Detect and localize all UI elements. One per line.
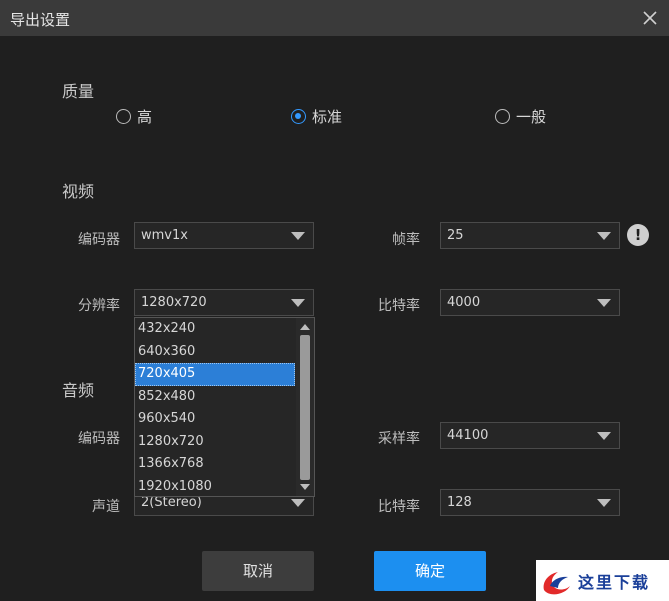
title-bar: 导出设置 [0,0,669,36]
video-framerate-value: 25 [447,228,464,243]
resolution-option[interactable]: 1366x768 [135,453,295,476]
video-bitrate-value: 4000 [447,295,481,310]
resolution-dropdown-list[interactable]: 432x240 640x360 720x405 852x480 960x540 1280x… [134,317,315,497]
audio-channel-value: 2(Stereo) [141,495,202,510]
watermark: 这里下载 [536,560,669,601]
video-encoder-label: 编码器 [78,232,120,248]
radio-button-checked[interactable] [291,109,306,124]
exclamation-icon[interactable]: ! [627,224,649,246]
resolution-option[interactable]: 1280x720 [135,431,295,454]
video-bitrate-select[interactable]: 4000 [440,289,620,316]
video-resolution-select[interactable]: 1280x720 [134,289,314,316]
video-bitrate-label: 比特率 [378,298,420,314]
scrollbar-thumb[interactable] [300,335,310,480]
resolution-options: 432x240 640x360 720x405 852x480 960x540 1280x… [135,318,295,497]
video-framerate-select[interactable]: 25 [440,222,620,249]
quality-radio-high[interactable]: 高 [116,106,152,127]
chevron-down-icon [597,299,611,307]
audio-channel-label: 声道 [92,499,120,515]
radio-button[interactable] [495,109,510,124]
close-icon [643,11,657,25]
resolution-option[interactable]: 720x405 [135,363,295,386]
video-encoder-select[interactable]: wmv1x [134,222,314,249]
audio-samplerate-select[interactable]: 44100 [440,422,620,449]
video-encoder-value: wmv1x [141,228,188,243]
resolution-option[interactable]: 852x480 [135,386,295,409]
video-resolution-label: 分辨率 [78,298,120,314]
chevron-down-icon [597,232,611,240]
scroll-up-arrow-icon[interactable] [300,324,310,330]
video-framerate-label: 帧率 [392,232,420,248]
resolution-option[interactable]: 640x360 [135,341,295,364]
audio-samplerate-value: 44100 [447,428,489,443]
watermark-text: 这里下载 [578,572,651,592]
audio-samplerate-label: 采样率 [378,431,420,447]
quality-section-label: 质量 [62,82,95,101]
audio-bitrate-value: 128 [447,495,472,510]
quality-radio-normal-label: 一般 [516,108,547,126]
chevron-down-icon [291,232,305,240]
resolution-option[interactable]: 960x540 [135,408,295,431]
resolution-option[interactable]: 432x240 [135,318,295,341]
watermark-logo-icon [543,572,570,595]
chevron-down-icon [291,499,305,507]
quality-radio-normal[interactable]: 一般 [495,106,546,127]
audio-encoder-label: 编码器 [78,431,120,447]
audio-bitrate-select[interactable]: 128 [440,489,620,516]
dialog-title: 导出设置 [10,11,71,29]
quality-radio-standard-label: 标准 [312,108,343,126]
scroll-down-arrow-icon[interactable] [300,484,310,490]
radio-button[interactable] [116,109,131,124]
audio-section-label: 音频 [62,381,95,400]
quality-radio-high-label: 高 [137,108,153,126]
audio-bitrate-label: 比特率 [378,499,420,515]
ok-button[interactable]: 确定 [374,551,486,591]
quality-radio-standard[interactable]: 标准 [291,106,342,127]
chevron-down-icon [597,499,611,507]
chevron-down-icon [597,432,611,440]
chevron-down-icon [291,299,305,307]
cancel-button[interactable]: 取消 [202,551,314,591]
video-resolution-value: 1280x720 [141,295,207,310]
video-section-label: 视频 [62,182,95,201]
scrollbar[interactable] [296,318,314,496]
close-button[interactable] [636,4,664,32]
resolution-option[interactable]: 1920x1080 [135,476,295,497]
